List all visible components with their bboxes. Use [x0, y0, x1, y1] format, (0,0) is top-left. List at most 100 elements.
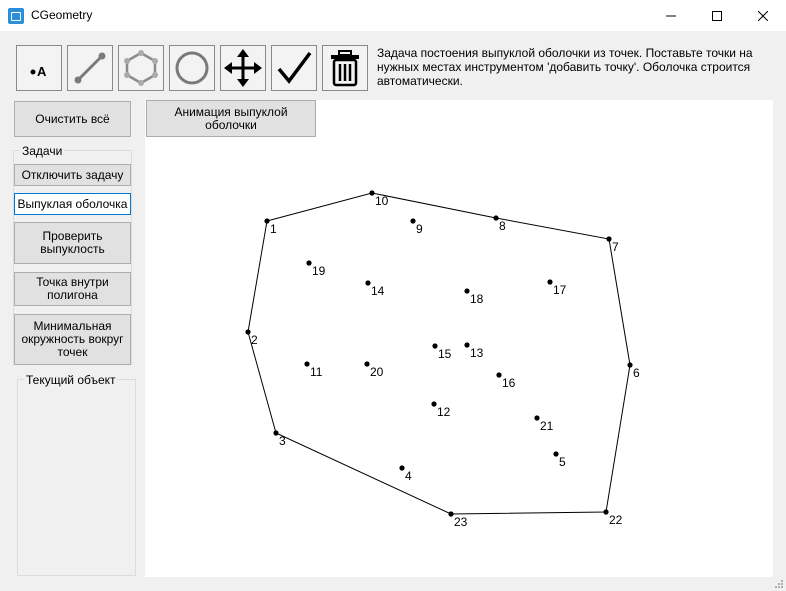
point-15[interactable]: 15 — [432, 343, 452, 361]
point-dot[interactable] — [603, 509, 609, 515]
point-16[interactable]: 16 — [496, 372, 516, 390]
point-label: 6 — [633, 366, 640, 380]
point-label: 8 — [499, 219, 506, 233]
point-8[interactable]: 8 — [493, 215, 506, 233]
point-dot[interactable] — [304, 361, 310, 367]
maximize-icon — [712, 10, 722, 21]
current-object-groupbox — [17, 379, 136, 576]
check-convexity-button[interactable]: Проверить выпуклость — [14, 222, 131, 264]
close-button[interactable] — [740, 0, 786, 31]
point-9[interactable]: 9 — [410, 218, 423, 236]
point-label: 15 — [438, 347, 452, 361]
point-label-icon: A — [30, 64, 47, 79]
segment-icon — [74, 52, 106, 84]
point-label: 20 — [370, 365, 384, 379]
point-dot[interactable] — [547, 279, 553, 285]
point-dot[interactable] — [410, 218, 416, 224]
point-14[interactable]: 14 — [365, 280, 385, 298]
point-label: 19 — [312, 264, 326, 278]
drawing-canvas[interactable]: 1 2 3 4 5 6 7 8 9 10 11 12 13 14 15 16 17 18 19 20 21 22 23 — [145, 100, 773, 577]
point-20[interactable]: 20 — [364, 361, 384, 379]
point-label: 23 — [454, 515, 468, 529]
point-label: 16 — [502, 376, 516, 390]
point-dot[interactable] — [306, 260, 312, 266]
point-4[interactable]: 4 — [399, 465, 412, 483]
point-label: 14 — [371, 284, 385, 298]
point-2[interactable]: 2 — [245, 329, 258, 347]
canvas-svg[interactable]: 1234567891011121314151617181920212223 — [145, 100, 773, 577]
resize-grip-icon[interactable] — [774, 579, 784, 589]
point-label: 3 — [279, 434, 286, 448]
point-3[interactable]: 3 — [273, 430, 286, 448]
point-10[interactable]: 10 — [369, 190, 389, 208]
point-18[interactable]: 18 — [464, 288, 484, 306]
move-arrows-icon — [224, 49, 262, 87]
task-description: Задача постоения выпуклой оболочки из то… — [377, 46, 753, 88]
check-tool[interactable] — [271, 45, 317, 91]
point-dot[interactable] — [464, 342, 470, 348]
point-dot[interactable] — [273, 430, 279, 436]
point-label: 17 — [553, 283, 567, 297]
animate-hull-button[interactable]: Анимация выпуклой оболочки — [146, 100, 316, 137]
point-label-letter: A — [37, 64, 47, 79]
add-point-tool[interactable]: A — [16, 45, 62, 91]
point-label: 5 — [559, 455, 566, 469]
point-label: 13 — [470, 346, 484, 360]
convex-hull-button[interactable]: Выпуклая оболочка — [14, 193, 131, 215]
point-dot[interactable] — [606, 236, 612, 242]
title-bar: CGeometry — [0, 0, 786, 31]
point-22[interactable]: 22 — [603, 509, 623, 527]
point-dot[interactable] — [534, 415, 540, 421]
point-dot[interactable] — [493, 215, 499, 221]
points-layer: 1234567891011121314151617181920212223 — [245, 190, 640, 529]
point-11[interactable]: 11 — [304, 361, 323, 379]
point-dot[interactable] — [431, 401, 437, 407]
delete-tool[interactable] — [322, 45, 368, 91]
point-label: 22 — [609, 513, 623, 527]
point-dot[interactable] — [245, 329, 251, 335]
point-12[interactable]: 12 — [431, 401, 451, 419]
point-dot[interactable] — [448, 511, 454, 517]
circle-tool[interactable] — [169, 45, 215, 91]
point-dot[interactable] — [553, 451, 559, 457]
point-dot[interactable] — [364, 361, 370, 367]
minimize-icon — [666, 15, 676, 16]
clear-all-button[interactable]: Очистить всё — [14, 101, 131, 137]
tasks-group-label: Задачи — [20, 144, 65, 158]
point-21[interactable]: 21 — [534, 415, 554, 433]
point-dot[interactable] — [264, 218, 270, 224]
circle-icon — [175, 51, 209, 85]
window-title: CGeometry — [31, 8, 93, 22]
point-dot[interactable] — [399, 465, 405, 471]
point-in-polygon-button[interactable]: Точка внутри полигона — [14, 272, 131, 306]
close-icon — [758, 10, 768, 21]
point-label: 10 — [375, 194, 389, 208]
point-23[interactable]: 23 — [448, 511, 468, 529]
point-13[interactable]: 13 — [464, 342, 484, 360]
point-dot[interactable] — [627, 362, 633, 368]
point-label: 4 — [405, 469, 412, 483]
point-dot[interactable] — [365, 280, 371, 286]
point-7[interactable]: 7 — [606, 236, 619, 254]
move-tool[interactable] — [220, 45, 266, 91]
point-label: 9 — [416, 222, 423, 236]
point-dot[interactable] — [369, 190, 375, 196]
point-label: 2 — [251, 333, 258, 347]
point-17[interactable]: 17 — [547, 279, 567, 297]
app-icon — [8, 8, 24, 24]
segment-tool[interactable] — [67, 45, 113, 91]
disable-task-button[interactable]: Отключить задачу — [14, 164, 131, 186]
point-5[interactable]: 5 — [553, 451, 566, 469]
point-dot[interactable] — [464, 288, 470, 294]
maximize-button[interactable] — [694, 0, 740, 31]
min-enclosing-circle-button[interactable]: Минимальная окружность вокруг точек — [14, 314, 131, 365]
point-dot[interactable] — [496, 372, 502, 378]
polygon-icon — [124, 50, 158, 86]
point-dot[interactable] — [432, 343, 438, 349]
minimize-button[interactable] — [648, 0, 694, 31]
point-19[interactable]: 19 — [306, 260, 326, 278]
point-label: 1 — [270, 222, 277, 236]
polygon-tool[interactable] — [118, 45, 164, 91]
point-label: 12 — [437, 405, 451, 419]
point-label: 7 — [612, 240, 619, 254]
